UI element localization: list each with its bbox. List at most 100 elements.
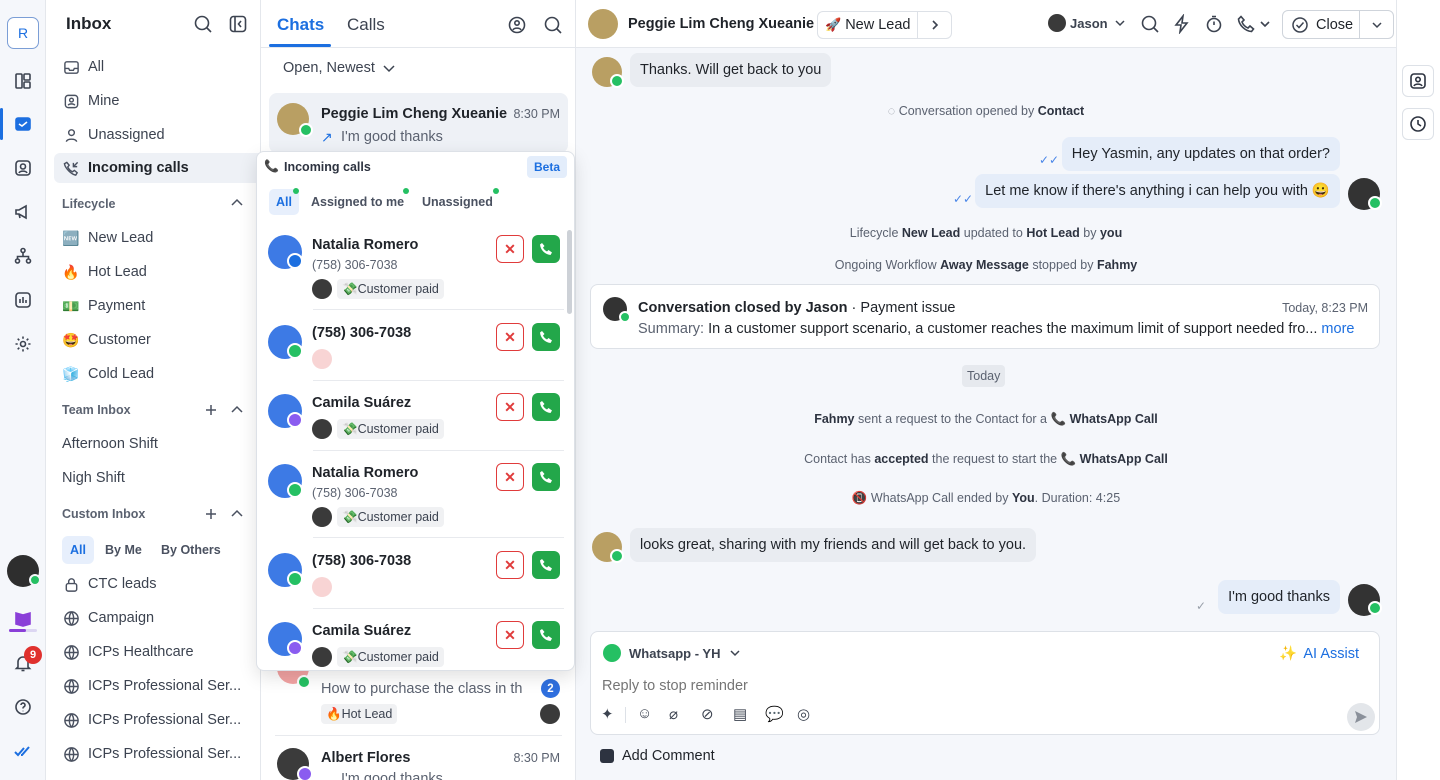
phone-icon: 📞 <box>1060 452 1077 466</box>
chevron-down-icon[interactable] <box>1258 17 1272 31</box>
user-badge-icon <box>62 92 80 110</box>
search-icon[interactable] <box>1139 13 1161 35</box>
sidebar-item-icps-professional[interactable]: ICPs Professional Ser... <box>54 671 292 701</box>
chevron-down-icon <box>1115 20 1125 27</box>
conversation-panel: Peggie Lim Cheng Xueanie 🚀 New Lead Jason… <box>576 0 1396 780</box>
status-dot <box>403 188 409 194</box>
custom-tab-by-others[interactable]: By Others <box>161 536 221 564</box>
reports-icon[interactable] <box>8 285 38 315</box>
conversation-list-item[interactable]: How to purchase the class in th 2 🔥Hot L… <box>269 660 568 735</box>
timer-icon[interactable] <box>1203 13 1225 35</box>
help-icon[interactable] <box>8 692 38 722</box>
workflows-icon[interactable] <box>8 241 38 271</box>
chevron-up-icon[interactable] <box>230 196 244 210</box>
sys-bold: WhatsApp Call <box>1069 412 1158 426</box>
template-icon[interactable]: ▤ <box>733 705 747 723</box>
accept-call-button[interactable] <box>532 621 560 649</box>
lifecycle-stage-button[interactable]: 🚀 New Lead <box>817 11 952 39</box>
popover-tab-assigned[interactable]: Assigned to me <box>311 189 404 215</box>
decline-call-button[interactable]: ✕ <box>496 235 524 263</box>
composer: Whatsapp - YH ✨ AI Assist ✦ ☺ ⌀ ⊘ ▤ 💬 ◎ <box>590 631 1380 735</box>
hot-lead-tag-label: Hot Lead <box>341 707 393 721</box>
incoming-call-item[interactable]: Camila Suárez 💸Customer paid ✕ <box>257 613 574 670</box>
sent-check-icon: ✓ <box>1196 599 1207 613</box>
sidebar-item-unassigned[interactable]: Unassigned9 <box>54 120 292 150</box>
accept-call-button[interactable] <box>532 235 560 263</box>
customer-paid-tag: 💸Customer paid <box>337 419 444 439</box>
sidebar-item-label: ICPs Healthcare <box>88 644 194 660</box>
lightning-icon[interactable] <box>1171 13 1193 35</box>
decline-call-button[interactable]: ✕ <box>496 393 524 421</box>
plus-icon[interactable] <box>204 507 218 521</box>
assignee-dropdown[interactable]: Jason <box>1048 14 1126 32</box>
sidebar-item-all[interactable]: All9 <box>54 52 292 82</box>
accept-call-button[interactable] <box>532 393 560 421</box>
chevron-up-icon[interactable] <box>230 507 244 521</box>
send-button[interactable] <box>1347 703 1375 731</box>
quick-reply-icon[interactable]: 💬 <box>765 705 784 723</box>
divider <box>313 309 564 310</box>
agent-settings-icon[interactable] <box>506 14 528 36</box>
accept-call-button[interactable] <box>532 551 560 579</box>
decline-call-button[interactable]: ✕ <box>496 323 524 351</box>
decline-call-button[interactable]: ✕ <box>496 551 524 579</box>
conversation-list-item[interactable]: Albert Flores 8:30 PM I'm good thanks <box>269 740 568 780</box>
dashboard-icon[interactable] <box>8 66 38 96</box>
workspace-switcher[interactable]: R <box>7 17 39 49</box>
sys-bold: New Lead <box>901 226 961 240</box>
search-icon[interactable] <box>542 14 564 36</box>
channel-selector[interactable]: Whatsapp - YH <box>603 644 741 662</box>
history-clock-icon[interactable] <box>1402 108 1434 140</box>
incoming-call-item[interactable]: Natalia Romero (758) 306-7038 💸Customer … <box>257 455 574 527</box>
phone-icon[interactable] <box>1235 13 1257 35</box>
more-link[interactable]: more <box>1321 321 1354 337</box>
sort-filter-dropdown[interactable]: Open, Newest <box>283 60 396 76</box>
decline-call-button[interactable]: ✕ <box>496 621 524 649</box>
sidebar-item-label: Nigh Shift <box>62 470 125 486</box>
conversation-list-item[interactable]: Peggie Lim Cheng Xueanie 8:30 PM ↗ I'm g… <box>269 93 568 153</box>
broadcast-icon[interactable] <box>8 197 38 227</box>
inbox-nav-icon[interactable] <box>8 109 38 139</box>
sidebar-item-icps-professional[interactable]: ICPs Professional Ser... <box>54 739 292 769</box>
emoji-icon[interactable]: ☺ <box>637 705 652 722</box>
attachment-icon[interactable]: ⌀ <box>669 705 678 723</box>
search-icon[interactable] <box>192 13 214 35</box>
sidebar-item-icps-professional[interactable]: ICPs Professional Ser... <box>54 705 292 735</box>
incoming-call-item[interactable]: Camila Suárez 💸Customer paid ✕ <box>257 385 574 455</box>
contacts-icon[interactable] <box>8 153 38 183</box>
incoming-call-item[interactable]: (758) 306-7038 ✕ <box>257 543 574 613</box>
contact-avatar[interactable] <box>588 9 618 39</box>
accept-call-button[interactable] <box>532 463 560 491</box>
decline-call-button[interactable]: ✕ <box>496 463 524 491</box>
chevron-down-icon[interactable] <box>1359 11 1393 38</box>
custom-tab-all[interactable]: All <box>62 536 94 564</box>
sidebar-item-mine[interactable]: Mine9 <box>54 86 292 116</box>
system-message: Contact has accepted the request to star… <box>576 452 1396 467</box>
snippet-icon[interactable]: ⊘ <box>701 705 714 723</box>
caller-name: Natalia Romero <box>312 465 419 481</box>
reply-input[interactable] <box>602 675 1302 697</box>
customer-paid-tag: 💸Customer paid <box>337 647 444 667</box>
contact-name[interactable]: Peggie Lim Cheng Xueanie <box>628 16 814 32</box>
settings-icon[interactable] <box>8 329 38 359</box>
whatsapp-call-icon[interactable]: ◎ <box>797 705 810 723</box>
add-comment-button[interactable]: Add Comment <box>600 748 715 764</box>
chevron-right-icon[interactable] <box>917 12 951 38</box>
plus-icon[interactable] <box>204 403 218 417</box>
magic-wand-icon[interactable]: ✦ <box>601 705 614 723</box>
tab-calls[interactable]: Calls <box>347 15 385 35</box>
custom-tab-by-me[interactable]: By Me <box>105 536 142 564</box>
tab-chats[interactable]: Chats <box>277 15 324 35</box>
sidebar-item-label: All <box>88 59 105 75</box>
caller-name: Natalia Romero <box>312 237 419 253</box>
incoming-call-item[interactable]: Natalia Romero (758) 306-7038 💸Customer … <box>257 227 574 299</box>
incoming-message: looks great, sharing with my friends and… <box>630 528 1037 562</box>
popover-tab-unassigned[interactable]: Unassigned <box>422 189 493 215</box>
close-conversation-button[interactable]: Close <box>1282 10 1394 39</box>
incoming-call-item[interactable]: (758) 306-7038 ✕ <box>257 315 574 385</box>
contact-details-icon[interactable] <box>1402 65 1434 97</box>
accept-call-button[interactable] <box>532 323 560 351</box>
collapse-sidebar-icon[interactable] <box>227 13 249 35</box>
ai-assist-button[interactable]: ✨ AI Assist <box>1279 645 1359 663</box>
chevron-up-icon[interactable] <box>230 403 244 417</box>
